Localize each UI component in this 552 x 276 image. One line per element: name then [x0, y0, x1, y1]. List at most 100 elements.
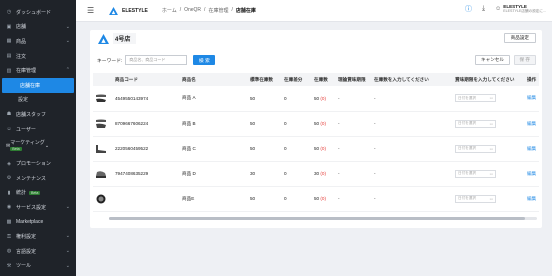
sidebar-item-label: 店舗スタッフ: [16, 111, 47, 118]
table-row: 7947408635229 商品 D 30 0 30 (0) - - 日付を選択…: [93, 161, 539, 186]
expiry-date-picker[interactable]: 日付を選択 ▭: [455, 119, 496, 128]
menu-icon[interactable]: ☰: [87, 6, 95, 15]
breadcrumb-inventory[interactable]: 在庫管理: [208, 7, 228, 14]
edit-link[interactable]: 編集: [525, 161, 539, 186]
product-settings-button[interactable]: 商品設定: [503, 33, 536, 43]
user-menu[interactable]: ☺ ELESTYLE ELESTYLE店舗の設定に...: [495, 4, 546, 14]
sidebar-item-product[interactable]: ▦ 商品 ⌄: [0, 34, 76, 49]
sidebar-item-rights[interactable]: ⚿ 権利設定 ⌄: [0, 229, 76, 244]
sidebar-item-tool[interactable]: ⚒ ツール ⌄: [0, 259, 76, 274]
sidebar-subitem-store-inventory[interactable]: 店舗在庫: [2, 77, 74, 93]
user-subtitle: ELESTYLE店舗の設定に...: [503, 9, 546, 13]
stock-count: 50: [314, 196, 320, 201]
brand-name: ELESTYLE: [122, 7, 148, 14]
user-icon: ☺: [6, 126, 12, 133]
sidebar-item-stats[interactable]: ▮ 統計 Beta: [0, 186, 76, 201]
save-button[interactable]: 保 存: [513, 55, 536, 65]
stock-delta: (0): [320, 95, 327, 101]
help-icon[interactable]: ⓘ: [465, 4, 472, 14]
stock-diff: 0: [284, 95, 287, 101]
table-row: 8709667606224 商品 B 50 0 50 (0) - - 日付を選択…: [93, 111, 539, 136]
expiry-date-picker[interactable]: 日付を選択 ▭: [455, 194, 496, 203]
breadcrumb-current: 店舗在庫: [235, 8, 256, 14]
sidebar-item-label: プロモーション: [16, 161, 51, 168]
column-header: 商品名: [182, 76, 196, 82]
stock-count: 50: [314, 146, 320, 151]
expiry-date-picker[interactable]: 日付を選択 ▭: [455, 144, 496, 153]
scrollbar-thumb[interactable]: [109, 217, 525, 220]
stock-input[interactable]: -: [372, 161, 453, 186]
sidebar-item-label: メンテナンス: [16, 175, 46, 182]
horizontal-scrollbar[interactable]: [109, 217, 537, 220]
column-header: 商品コード: [115, 76, 138, 82]
table-header-row: 商品コード 商品名 標準在庫数 在庫差分 在庫数 理論賞味期限 在庫数を入力して…: [93, 73, 539, 86]
dashboard-icon: ◷: [6, 9, 12, 16]
sidebar-item-inventory[interactable]: ▥ 在庫管理 ⌃: [0, 63, 76, 78]
sidebar-item-user[interactable]: ☺ ユーザー: [0, 122, 76, 137]
product-name: 商品E: [182, 195, 195, 201]
store-icon: ▣: [6, 23, 12, 30]
search-button[interactable]: 検 索: [193, 55, 216, 65]
sidebar-item-maintenance[interactable]: ⚙ メンテナンス: [0, 171, 76, 186]
keyword-search-input[interactable]: 商品名、商品コード: [125, 55, 188, 65]
download-icon[interactable]: ⤓: [482, 5, 485, 13]
sidebar-item-service-settings[interactable]: ◉ サービス設定 ⌄: [0, 200, 76, 215]
breadcrumb-home[interactable]: ホーム: [162, 7, 177, 14]
sidebar-item-language[interactable]: ◍ 言語設定 ⌄: [0, 244, 76, 259]
edit-link[interactable]: 編集: [525, 86, 539, 111]
sidebar-item-store[interactable]: ▣ 店舗 ⌄: [0, 20, 76, 35]
marketplace-icon: ▩: [6, 219, 12, 226]
sidebar-item-order[interactable]: ▤ 注文: [0, 49, 76, 64]
service-icon: ◉: [6, 204, 12, 211]
stock-input[interactable]: -: [372, 86, 453, 111]
stock-diff: 0: [284, 121, 287, 126]
table-row: 4549550143974 商品 A 50 0 50 (0) - - 日付を選択…: [93, 86, 539, 111]
stock-input[interactable]: -: [372, 186, 453, 211]
stock-delta: (0): [320, 121, 327, 126]
edit-link[interactable]: 編集: [525, 111, 539, 136]
sidebar-subitem-label: 設定: [18, 97, 29, 104]
sidebar-item-promotion[interactable]: ◈ プロモーション: [0, 156, 76, 171]
calendar-icon: ▭: [489, 121, 493, 126]
stock-input[interactable]: -: [372, 111, 453, 136]
sidebar-item-label: ダッシュボード: [16, 9, 52, 16]
stock-delta: (0): [320, 146, 327, 151]
sidebar-subitem-settings[interactable]: 設定: [0, 93, 76, 108]
standard-stock: 50: [250, 196, 256, 201]
cancel-button[interactable]: キャンセル: [475, 55, 510, 65]
breadcrumb: ホーム / OneQR / 在庫管理 / 店舗在庫: [161, 7, 256, 14]
sidebar-item-staff[interactable]: ☗ 店舗スタッフ: [0, 107, 76, 122]
sidebar-item-label: ツール: [16, 263, 32, 270]
sidebar-item-label: サービス設定: [16, 204, 47, 211]
chevron-down-icon: ⌄: [44, 143, 50, 150]
stock-diff: 0: [284, 146, 287, 151]
product-icon: ▦: [6, 38, 12, 45]
stock-diff: 0: [284, 171, 287, 176]
sidebar-item-label: 店舗: [16, 24, 27, 31]
keyword-label: キーワード:: [97, 58, 123, 64]
product-image-shoe: [96, 119, 106, 128]
sidebar-item-marketplace[interactable]: ▩ Marketplace: [0, 215, 76, 230]
inventory-table: 商品コード 商品名 標準在庫数 在庫差分 在庫数 理論賞味期限 在庫数を入力して…: [93, 73, 539, 212]
breadcrumb-oneqr[interactable]: OneQR: [184, 7, 201, 14]
column-header: 操作: [527, 76, 537, 82]
chevron-down-icon: ⌄: [65, 204, 70, 211]
stock-delta: (0): [320, 196, 327, 201]
inventory-icon: ▥: [6, 67, 12, 74]
sidebar-item-label: 注文: [16, 53, 27, 60]
stock-input[interactable]: -: [372, 136, 453, 161]
sidebar-item-dashboard[interactable]: ◷ ダッシュボード: [0, 5, 76, 20]
top-header: ☰ ELESTYLE ホーム / OneQR / 在庫管理 / 店舗在庫 ⓘ ⤓ ☺ …: [76, 0, 552, 22]
product-name: 商品 C: [182, 145, 196, 151]
product-image-watch: [96, 194, 106, 203]
sidebar-item-marketing[interactable]: ✉ マーケティング Beta ⌄: [0, 136, 76, 156]
calendar-icon: ▭: [489, 171, 493, 176]
edit-link[interactable]: 編集: [525, 186, 539, 211]
expiry-date-picker[interactable]: 日付を選択 ▭: [455, 94, 496, 103]
language-icon: ◍: [6, 248, 12, 255]
column-header: 在庫数: [314, 76, 328, 82]
expiry-date-picker[interactable]: 日付を選択 ▭: [455, 169, 496, 178]
edit-link[interactable]: 編集: [525, 136, 539, 161]
product-code: 4549550143974: [115, 95, 149, 101]
store-logo-icon: [98, 33, 109, 44]
